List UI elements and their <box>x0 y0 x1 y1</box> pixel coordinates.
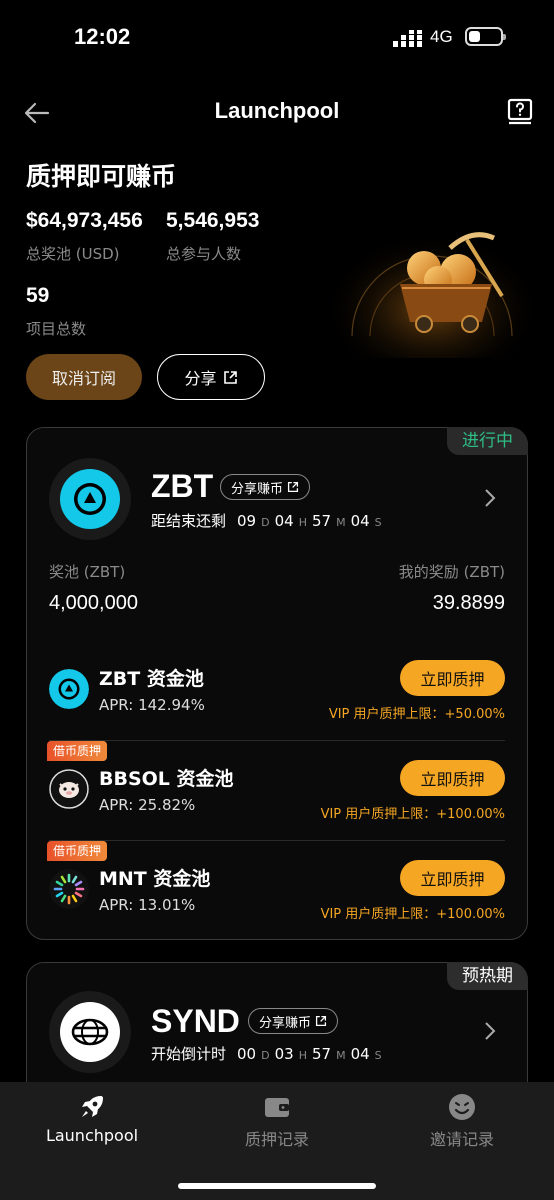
countdown-hours: 03 <box>274 1045 294 1063</box>
synd-token-icon <box>60 1002 120 1062</box>
smiley-icon <box>449 1094 475 1120</box>
pool-name: MNT 资金池 <box>99 868 211 890</box>
tab-label: 质押记录 <box>244 1130 309 1149</box>
countdown-hours: 04 <box>274 512 294 530</box>
countdown-hours-unit: H <box>298 1049 307 1062</box>
tab-launchpool[interactable]: Launchpool <box>22 1092 162 1145</box>
pool-apr: APR: 13.01% <box>99 896 196 914</box>
token-symbol: ZBT <box>151 468 214 504</box>
projects-value: 59 <box>26 284 50 307</box>
share-button[interactable]: 分享 <box>157 354 265 400</box>
pool-name: BBSOL 资金池 <box>99 768 234 790</box>
bbsol-pool-icon <box>49 769 89 809</box>
countdown-seconds-unit: S <box>374 1049 382 1062</box>
tab-invite-records[interactable]: 邀请记录 <box>392 1092 532 1150</box>
project-card-zbt[interactable]: 进行中 ZBT 分享赚币 距结束还剩 09 D 04 H 57 M 04 S 奖池 (Z… <box>26 427 528 940</box>
unsubscribe-button[interactable]: 取消订阅 <box>26 354 142 400</box>
countdown-label: 开始倒计时 <box>151 1045 227 1063</box>
status-time: 12:02 <box>74 24 131 49</box>
total-pool-value: $64,973,456 <box>26 209 143 232</box>
rocket-icon <box>82 1096 103 1117</box>
countdown-days-unit: D <box>261 516 270 529</box>
countdown-seconds: 04 <box>350 1045 370 1063</box>
vip-limit: VIP 用户质押上限：+50.00% <box>328 707 505 722</box>
countdown-minutes-unit: M <box>336 1049 346 1062</box>
tab-label: 邀请记录 <box>429 1130 494 1149</box>
pool-name: ZBT 资金池 <box>99 668 204 690</box>
tab-stake-records[interactable]: 质押记录 <box>207 1092 347 1150</box>
stake-now-label: 立即质押 <box>420 870 485 889</box>
countdown-seconds-unit: S <box>374 516 382 529</box>
pool-value: 4,000,000 <box>49 592 138 614</box>
network-label: 4G <box>430 27 453 46</box>
borrow-stake-tag: 借币质押 <box>47 741 108 761</box>
countdown-hours-unit: H <box>298 516 307 529</box>
pool-label: 奖池 (ZBT) <box>49 563 126 581</box>
chevron-right-icon[interactable] <box>483 1021 497 1041</box>
status-badge: 进行中 <box>447 427 528 455</box>
zbt-pool-icon <box>49 669 89 709</box>
external-link-icon <box>287 481 299 493</box>
help-guide-icon[interactable] <box>507 98 533 126</box>
pool-apr: APR: 142.94% <box>99 696 205 714</box>
hero-title: 质押即可赚币 <box>26 162 177 191</box>
stake-now-label: 立即质押 <box>420 770 485 789</box>
battery-icon <box>465 27 506 46</box>
countdown-minutes: 57 <box>311 1045 332 1063</box>
tab-label: Launchpool <box>45 1126 139 1145</box>
divider <box>49 840 505 841</box>
share-earn-button[interactable]: 分享赚币 <box>220 474 311 500</box>
countdown-days-unit: D <box>261 1049 270 1062</box>
participants-label: 总参与人数 <box>166 245 242 263</box>
countdown-label: 距结束还剩 <box>151 512 227 530</box>
stake-now-button[interactable]: 立即质押 <box>400 860 505 896</box>
stake-now-label: 立即质押 <box>420 670 485 689</box>
countdown: 开始倒计时 00 D 03 H 57 M 04 S <box>151 1043 382 1064</box>
share-label: 分享 <box>184 369 217 388</box>
chevron-right-icon[interactable] <box>483 488 497 508</box>
divider <box>49 740 505 741</box>
home-indicator[interactable] <box>178 1183 376 1189</box>
zbt-logo <box>49 458 131 540</box>
countdown-days: 00 <box>237 1045 257 1063</box>
share-earn-button[interactable]: 分享赚币 <box>248 1008 339 1034</box>
signal-icon <box>393 30 422 47</box>
countdown-minutes-unit: M <box>336 516 346 529</box>
wallet-icon <box>265 1098 289 1117</box>
total-pool-label: 总奖池 (USD) <box>26 245 120 263</box>
vip-limit: VIP 用户质押上限：+100.00% <box>320 807 505 822</box>
external-link-icon <box>223 370 237 384</box>
stake-now-button[interactable]: 立即质押 <box>400 660 505 696</box>
unsubscribe-label: 取消订阅 <box>51 369 116 388</box>
countdown-minutes: 57 <box>311 512 332 530</box>
external-link-icon <box>315 1015 327 1027</box>
my-reward-label: 我的奖励 (ZBT) <box>398 563 505 581</box>
countdown-days: 09 <box>237 512 257 530</box>
synd-logo <box>49 991 131 1073</box>
zbt-token-icon <box>60 469 120 529</box>
my-reward-value: 39.8899 <box>432 592 505 614</box>
page-title: Launchpool <box>214 98 340 123</box>
mnt-pool-icon <box>49 869 89 909</box>
vip-limit: VIP 用户质押上限：+100.00% <box>320 907 505 922</box>
token-symbol: SYND <box>151 1003 240 1039</box>
participants-value: 5,546,953 <box>166 209 260 232</box>
status-badge: 预热期 <box>447 962 528 990</box>
borrow-stake-tag: 借币质押 <box>47 841 108 861</box>
projects-label: 项目总数 <box>26 320 87 338</box>
share-earn-label: 分享赚币 <box>231 481 284 497</box>
countdown-seconds: 04 <box>350 512 370 530</box>
share-earn-label: 分享赚币 <box>259 1015 312 1031</box>
pool-apr: APR: 25.82% <box>99 796 196 814</box>
stake-now-button[interactable]: 立即质押 <box>400 760 505 796</box>
countdown: 距结束还剩 09 D 04 H 57 M 04 S <box>151 510 382 531</box>
mining-cart-illustration <box>332 218 532 358</box>
